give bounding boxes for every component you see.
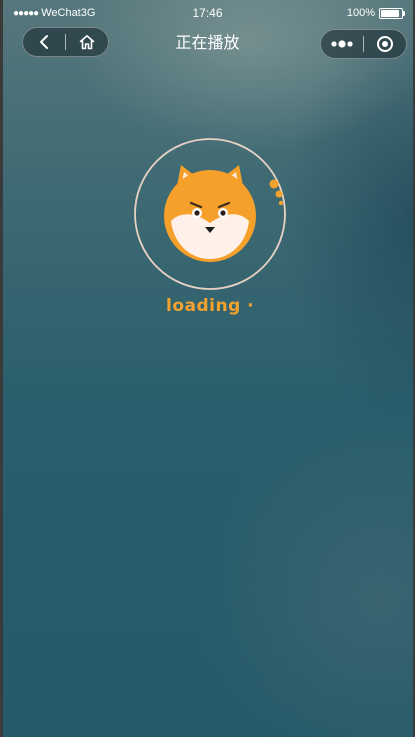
- more-button[interactable]: [321, 30, 363, 58]
- loader-dot: [278, 200, 284, 206]
- loader-dot: [269, 179, 279, 189]
- menu-capsule: [320, 29, 407, 59]
- loading-text: loading ·: [166, 296, 255, 316]
- battery-icon: [379, 7, 405, 19]
- shiba-dog-icon: [164, 165, 256, 262]
- battery-percent: 100%: [346, 7, 375, 19]
- battery-info: 100%: [346, 7, 405, 19]
- loading-spinner: [134, 138, 286, 290]
- target-circle-icon: [377, 36, 393, 52]
- more-dots-icon: [331, 40, 353, 48]
- close-miniprogram-button[interactable]: [364, 30, 406, 58]
- battery-fill: [381, 9, 399, 17]
- left-edge: [0, 0, 3, 737]
- loader-dot: [275, 190, 283, 198]
- screen: ●●●●● WeChat3G 17:46 100% 正在播放 loading ·: [0, 0, 415, 737]
- status-bar: ●●●●● WeChat3G 17:46 100%: [0, 0, 415, 24]
